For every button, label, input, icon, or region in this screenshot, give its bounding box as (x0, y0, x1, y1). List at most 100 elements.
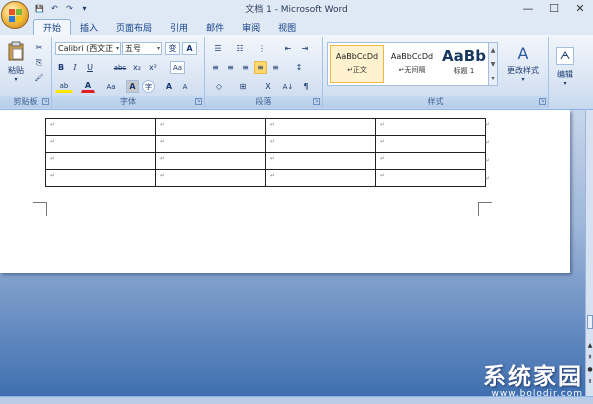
tab-references[interactable]: 引用 (161, 19, 197, 35)
office-button[interactable] (1, 1, 29, 29)
multilevel-list-button[interactable]: ⋮ (253, 42, 271, 55)
styles-launcher-icon[interactable]: ↘ (539, 98, 546, 105)
show-marks-button[interactable]: ¶ (299, 80, 313, 93)
document-area[interactable]: ↵ ↵ ↵ ↵ ↵ ↵ ↵ ↵ ↵ ↵ ↵ ↵ ↵ ↵ ↵ ↵ ↵ ↵ ↵ ↵ (0, 110, 585, 396)
style-sample: AaBbCcDd (390, 52, 434, 61)
line-spacing-button[interactable]: ↕ (289, 61, 309, 74)
more-styles-icon[interactable]: ▾ (491, 75, 494, 82)
tab-insert[interactable]: 插入 (71, 19, 107, 35)
vertical-scrollbar[interactable]: ▲ ⇞ ● ⇟ (585, 110, 593, 396)
table-cell[interactable]: ↵ (155, 152, 266, 170)
change-case-button[interactable]: Aa (103, 80, 119, 93)
table-cell[interactable]: ↵ (45, 152, 156, 170)
distributed-button[interactable]: ≡ (269, 61, 282, 74)
table-cell[interactable]: ↵ (375, 169, 486, 187)
table-cell[interactable]: ↵ (375, 152, 486, 170)
center-button[interactable]: ≡ (224, 61, 237, 74)
chinese-layout-button[interactable]: X (259, 80, 277, 93)
style-sample: AaBb (442, 47, 486, 65)
table-cell[interactable]: ↵ (265, 152, 376, 170)
table-cell[interactable]: ↵ (375, 118, 486, 136)
subscript-button[interactable]: x₂ (130, 61, 144, 74)
ribbon-tab-row: 开始 插入 页面布局 引用 邮件 审阅 视图 (0, 17, 593, 35)
align-left-button[interactable]: ≡ (209, 61, 222, 74)
justify-button[interactable]: ≡ (254, 61, 267, 74)
font-size-select[interactable]: 五号 ▾ (122, 42, 162, 55)
tab-mailings[interactable]: 邮件 (197, 19, 233, 35)
maximize-button[interactable]: ☐ (541, 0, 567, 17)
minimize-button[interactable]: — (515, 0, 541, 17)
italic-button[interactable]: I (69, 61, 81, 74)
ribbon-tabs: 开始 插入 页面布局 引用 邮件 审阅 视图 (33, 19, 305, 35)
previous-page-icon[interactable]: ⇞ (586, 354, 593, 361)
cut-icon[interactable]: ✂ (32, 41, 46, 54)
font-color-button[interactable]: A (81, 80, 95, 93)
style-no-spacing[interactable]: AaBbCcDd ↵无间隔 (385, 45, 439, 83)
paste-label: 粘贴 (8, 66, 24, 75)
document-page[interactable]: ↵ ↵ ↵ ↵ ↵ ↵ ↵ ↵ ↵ ↵ ↵ ↵ ↵ ↵ ↵ ↵ ↵ ↵ ↵ ↵ (0, 110, 570, 273)
table-cell[interactable]: ↵ (155, 135, 266, 153)
style-normal[interactable]: AaBbCcDd ↵正文 (330, 45, 384, 83)
table-cell[interactable]: ↵ (155, 118, 266, 136)
bold-button[interactable]: B (55, 61, 67, 74)
character-shading-button[interactable]: A (126, 80, 139, 93)
style-gallery-scroll[interactable]: ▲ ▼ ▾ (488, 43, 497, 85)
table-cell[interactable]: ↵ (265, 169, 376, 187)
font-label: 字体 (120, 97, 136, 106)
style-name: 标题 1 (453, 67, 475, 75)
shading-button[interactable]: ◇ (209, 80, 229, 93)
style-heading-1[interactable]: AaBb 标题 1 (440, 45, 488, 83)
select-browse-object-icon[interactable]: ● (586, 366, 593, 373)
tab-page-layout[interactable]: 页面布局 (107, 19, 161, 35)
sort-button[interactable]: A↓ (281, 80, 295, 93)
table-cell[interactable]: ↵ (155, 169, 266, 187)
align-right-button[interactable]: ≡ (239, 61, 252, 74)
table-cell[interactable]: ↵ (45, 169, 156, 187)
tab-view[interactable]: 视图 (269, 19, 305, 35)
editing-button[interactable]: ᗅ 编辑 ▾ (551, 41, 579, 93)
clipboard-launcher-icon[interactable]: ↘ (42, 98, 49, 105)
close-button[interactable]: ✕ (567, 0, 593, 17)
paste-button[interactable]: 粘贴 ▾ (4, 40, 28, 84)
grow-font-button[interactable]: A (162, 80, 176, 93)
decrease-indent-button[interactable]: ⇤ (281, 42, 295, 55)
clear-formatting-button[interactable]: Aa (170, 61, 185, 74)
shrink-font-button[interactable]: A (178, 80, 192, 93)
increase-indent-button[interactable]: ⇥ (298, 42, 312, 55)
table-cell[interactable]: ↵ (375, 135, 486, 153)
change-styles-button[interactable]: A 更改样式 ▾ (501, 41, 545, 85)
borders-button[interactable]: ⊞ (233, 80, 253, 93)
scroll-down-icon[interactable]: ▼ (491, 61, 496, 68)
tab-review[interactable]: 审阅 (233, 19, 269, 35)
title-bar: 💾 ↶ ↷ ▾ 文档 1 - Microsoft Word — ☐ ✕ (0, 0, 593, 29)
copy-icon[interactable]: ⎘ (32, 56, 46, 69)
tab-home[interactable]: 开始 (33, 19, 72, 35)
strikethrough-button[interactable]: abc (112, 61, 128, 74)
character-border-button[interactable]: A (182, 42, 197, 55)
superscript-button[interactable]: x² (146, 61, 160, 74)
row-end-mark: ↵ (485, 157, 491, 164)
scrollbar-thumb[interactable] (587, 315, 593, 329)
bullets-button[interactable]: ☰ (209, 42, 227, 55)
styles-label: 样式 (427, 97, 444, 106)
font-launcher-icon[interactable]: ↘ (195, 98, 202, 105)
table-cell[interactable]: ↵ (265, 118, 376, 136)
numbering-button[interactable]: ☷ (231, 42, 249, 55)
next-page-icon[interactable]: ⇟ (586, 378, 593, 385)
change-styles-label: 更改样式 (507, 65, 539, 75)
highlight-color-button[interactable]: ab (55, 80, 73, 93)
enclose-characters-button[interactable]: 字 (142, 80, 155, 93)
font-name-select[interactable]: Calibri (西文正 ▾ (55, 42, 121, 55)
format-painter-icon[interactable]: 🖌 (32, 71, 46, 84)
scroll-up-icon[interactable]: ▲ (586, 342, 593, 349)
underline-button[interactable]: U (83, 61, 97, 74)
scroll-up-icon[interactable]: ▲ (491, 47, 496, 54)
table-cell[interactable]: ↵ (45, 118, 156, 136)
paragraph-launcher-icon[interactable]: ↘ (313, 98, 320, 105)
row-end-mark: ↵ (485, 175, 491, 182)
document-table[interactable]: ↵ ↵ ↵ ↵ ↵ ↵ ↵ ↵ ↵ ↵ ↵ ↵ ↵ ↵ ↵ ↵ (45, 118, 486, 187)
table-cell[interactable]: ↵ (45, 135, 156, 153)
table-row: ↵ ↵ ↵ ↵ (45, 152, 486, 170)
table-cell[interactable]: ↵ (265, 135, 376, 153)
phonetic-guide-button[interactable]: 变 (165, 42, 180, 55)
